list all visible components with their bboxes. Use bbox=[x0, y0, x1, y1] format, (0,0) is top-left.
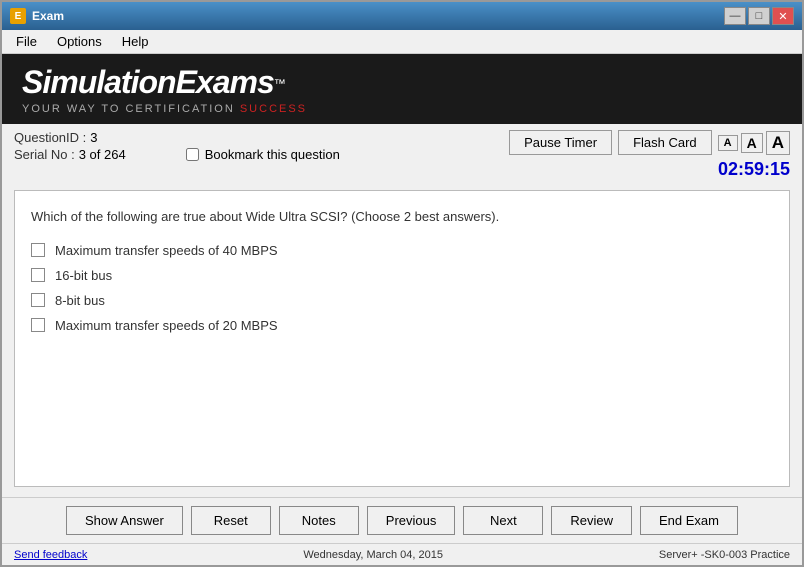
menu-options[interactable]: Options bbox=[47, 32, 112, 51]
menu-file[interactable]: File bbox=[6, 32, 47, 51]
logo: SimulationExams™ YOUR WAY TO CERTIFICATI… bbox=[22, 64, 307, 115]
previous-button[interactable]: Previous bbox=[367, 506, 456, 535]
bottom-action-bar: Show Answer Reset Notes Previous Next Re… bbox=[2, 497, 802, 543]
logo-brand-name: SimulationExams bbox=[22, 64, 274, 100]
question-text: Which of the following are true about Wi… bbox=[31, 207, 773, 227]
status-date: Wednesday, March 04, 2015 bbox=[87, 549, 658, 561]
logo-area: SimulationExams™ YOUR WAY TO CERTIFICATI… bbox=[2, 54, 802, 124]
timer-display: 02:59:15 bbox=[718, 159, 790, 180]
option-checkbox-1[interactable] bbox=[31, 268, 45, 282]
font-small-button[interactable]: A bbox=[718, 135, 738, 151]
option-label-1: 16-bit bus bbox=[55, 268, 112, 283]
status-bar: Send feedback Wednesday, March 04, 2015 … bbox=[2, 543, 802, 565]
option-checkbox-3[interactable] bbox=[31, 318, 45, 332]
status-practice: Server+ -SK0-003 Practice bbox=[659, 549, 790, 561]
option-label-3: Maximum transfer speeds of 20 MBPS bbox=[55, 318, 278, 333]
main-window: E Exam — □ ✕ File Options Help Simulatio… bbox=[0, 0, 804, 567]
app-icon: E bbox=[10, 8, 26, 24]
logo-sub-text: YOUR WAY TO CERTIFICATION SUCCESS bbox=[22, 103, 307, 115]
flash-card-button[interactable]: Flash Card bbox=[618, 130, 712, 155]
font-large-button[interactable]: A bbox=[766, 131, 790, 155]
window-title: Exam bbox=[32, 9, 724, 23]
window-controls: — □ ✕ bbox=[724, 7, 794, 25]
show-answer-button[interactable]: Show Answer bbox=[66, 506, 183, 535]
review-button[interactable]: Review bbox=[551, 506, 632, 535]
bookmark-checkbox[interactable] bbox=[186, 148, 199, 161]
minimize-button[interactable]: — bbox=[724, 7, 746, 25]
logo-main-text: SimulationExams™ bbox=[22, 64, 307, 101]
close-button[interactable]: ✕ bbox=[772, 7, 794, 25]
reset-button[interactable]: Reset bbox=[191, 506, 271, 535]
info-top-row: QuestionID : 3 Serial No : 3 of 264 Book… bbox=[2, 124, 802, 180]
option-item-3: Maximum transfer speeds of 20 MBPS bbox=[31, 318, 773, 333]
top-button-row: Pause Timer Flash Card A A A bbox=[509, 130, 790, 155]
option-label-0: Maximum transfer speeds of 40 MBPS bbox=[55, 243, 278, 258]
question-id-value: 3 bbox=[90, 130, 97, 145]
option-item-2: 8-bit bus bbox=[31, 293, 773, 308]
title-bar: E Exam — □ ✕ bbox=[2, 2, 802, 30]
font-size-controls: A A A bbox=[718, 131, 790, 155]
option-item-0: Maximum transfer speeds of 40 MBPS bbox=[31, 243, 773, 258]
option-checkbox-0[interactable] bbox=[31, 243, 45, 257]
serial-label: Serial No : bbox=[14, 147, 75, 162]
pause-timer-button[interactable]: Pause Timer bbox=[509, 130, 612, 155]
option-label-2: 8-bit bus bbox=[55, 293, 105, 308]
timer-value: 02:59:15 bbox=[718, 159, 790, 179]
menu-bar: File Options Help bbox=[2, 30, 802, 54]
question-info-left: QuestionID : 3 Serial No : 3 of 264 Book… bbox=[14, 130, 509, 164]
question-info-right: Pause Timer Flash Card A A A 02:59:15 bbox=[509, 130, 790, 180]
maximize-button[interactable]: □ bbox=[748, 7, 770, 25]
question-id-label: QuestionID : bbox=[14, 130, 86, 145]
option-checkbox-2[interactable] bbox=[31, 293, 45, 307]
question-id-row: QuestionID : 3 bbox=[14, 130, 509, 145]
logo-tm: ™ bbox=[274, 76, 286, 90]
menu-help[interactable]: Help bbox=[112, 32, 159, 51]
question-area: Which of the following are true about Wi… bbox=[14, 190, 790, 487]
bookmark-label: Bookmark this question bbox=[205, 147, 340, 162]
send-feedback-link[interactable]: Send feedback bbox=[14, 549, 87, 561]
bookmark-area[interactable]: Bookmark this question bbox=[186, 147, 340, 162]
serial-row: Serial No : 3 of 264 Bookmark this quest… bbox=[14, 147, 509, 162]
end-exam-button[interactable]: End Exam bbox=[640, 506, 738, 535]
serial-value: 3 of 264 bbox=[79, 147, 126, 162]
option-item-1: 16-bit bus bbox=[31, 268, 773, 283]
notes-button[interactable]: Notes bbox=[279, 506, 359, 535]
font-medium-button[interactable]: A bbox=[741, 133, 763, 153]
next-button[interactable]: Next bbox=[463, 506, 543, 535]
